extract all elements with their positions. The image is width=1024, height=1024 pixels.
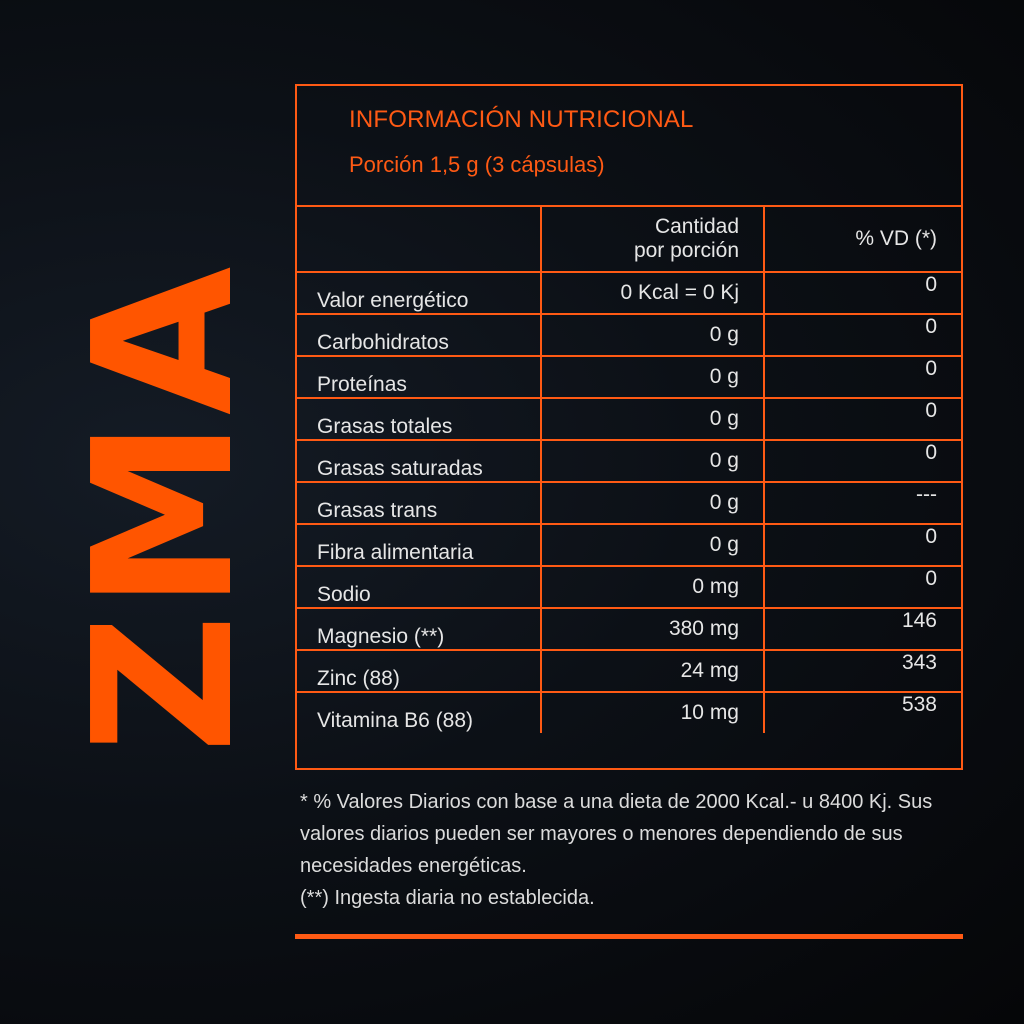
nutrient-dv: 0 — [763, 565, 961, 609]
footnote-daily-values: * % Valores Diarios con base a una dieta… — [300, 791, 933, 877]
nutrient-amount: 0 g — [540, 355, 765, 399]
nutrient-name: Valor energético — [297, 271, 542, 315]
nutrient-name: Carbohidratos — [297, 313, 542, 357]
nutrient-dv: --- — [763, 481, 961, 525]
nutrient-amount: 0 g — [540, 481, 765, 525]
table-row: Carbohidratos 0 g 0 — [297, 313, 961, 357]
nutrient-name: Sodio — [297, 565, 542, 609]
nutrient-dv: 343 — [763, 649, 961, 693]
table-row: Grasas saturadas 0 g 0 — [297, 439, 961, 483]
nutrient-name: Grasas totales — [297, 397, 542, 441]
table-row: Fibra alimentaria 0 g 0 — [297, 523, 961, 567]
table-row: Valor energético 0 Kcal = 0 Kj 0 — [297, 271, 961, 315]
header-amount: Cantidad por porción — [540, 207, 765, 273]
nutrient-dv: 0 — [763, 271, 961, 315]
nutrient-dv: 0 — [763, 439, 961, 483]
header-dv: % VD (*) — [763, 207, 961, 273]
header-nutrient — [297, 207, 542, 273]
nutrient-amount: 0 g — [540, 439, 765, 483]
nutrient-name: Proteínas — [297, 355, 542, 399]
nutrient-dv: 538 — [763, 691, 961, 733]
serving-size: Porción 1,5 g (3 cápsulas) — [349, 152, 605, 177]
table-row: Proteínas 0 g 0 — [297, 355, 961, 399]
nutrient-name: Grasas saturadas — [297, 439, 542, 483]
nutrition-panel: INFORMACIÓN NUTRICIONAL Porción 1,5 g (3… — [295, 84, 963, 770]
nutrient-name: Grasas trans — [297, 481, 542, 525]
table-row: Sodio 0 mg 0 — [297, 565, 961, 609]
nutrient-amount: 0 mg — [540, 565, 765, 609]
nutrient-dv: 0 — [763, 523, 961, 567]
header-amount-line1: Cantidad — [654, 214, 739, 238]
nutrient-amount: 0 g — [540, 397, 765, 441]
table-row: Vitamina B6 (88) 10 mg 538 — [297, 691, 961, 733]
nutrient-dv: 0 — [763, 397, 961, 441]
bottom-divider — [295, 934, 963, 939]
table-row: Grasas totales 0 g 0 — [297, 397, 961, 441]
nutrient-amount: 0 Kcal = 0 Kj — [540, 271, 765, 315]
nutrient-name: Fibra alimentaria — [297, 523, 542, 567]
nutrient-amount: 0 g — [540, 313, 765, 357]
nutrient-amount: 24 mg — [540, 649, 765, 693]
footnote-intake: (**) Ingesta diaria no establecida. — [300, 887, 595, 909]
table-header-row: Cantidad por porción % VD (*) — [297, 207, 961, 273]
brand-logo: ZMA — [53, 262, 276, 754]
nutrient-name: Zinc (88) — [297, 649, 542, 693]
table-row: Zinc (88) 24 mg 343 — [297, 649, 961, 693]
nutrient-dv: 0 — [763, 313, 961, 357]
nutrient-amount: 380 mg — [540, 607, 765, 651]
panel-title: INFORMACIÓN NUTRICIONAL — [349, 106, 694, 133]
nutrition-table: Cantidad por porción % VD (*) Valor ener… — [297, 207, 961, 733]
table-row: Magnesio (**) 380 mg 146 — [297, 607, 961, 651]
nutrient-amount: 10 mg — [540, 691, 765, 733]
nutrient-dv: 146 — [763, 607, 961, 651]
table-row: Grasas trans 0 g --- — [297, 481, 961, 525]
nutrient-amount: 0 g — [540, 523, 765, 567]
nutrient-dv: 0 — [763, 355, 961, 399]
footnotes: * % Valores Diarios con base a una dieta… — [300, 786, 960, 914]
nutrient-name: Magnesio (**) — [297, 607, 542, 651]
header-amount-line2: por porción — [633, 239, 739, 262]
nutrient-name: Vitamina B6 (88) — [297, 691, 542, 733]
